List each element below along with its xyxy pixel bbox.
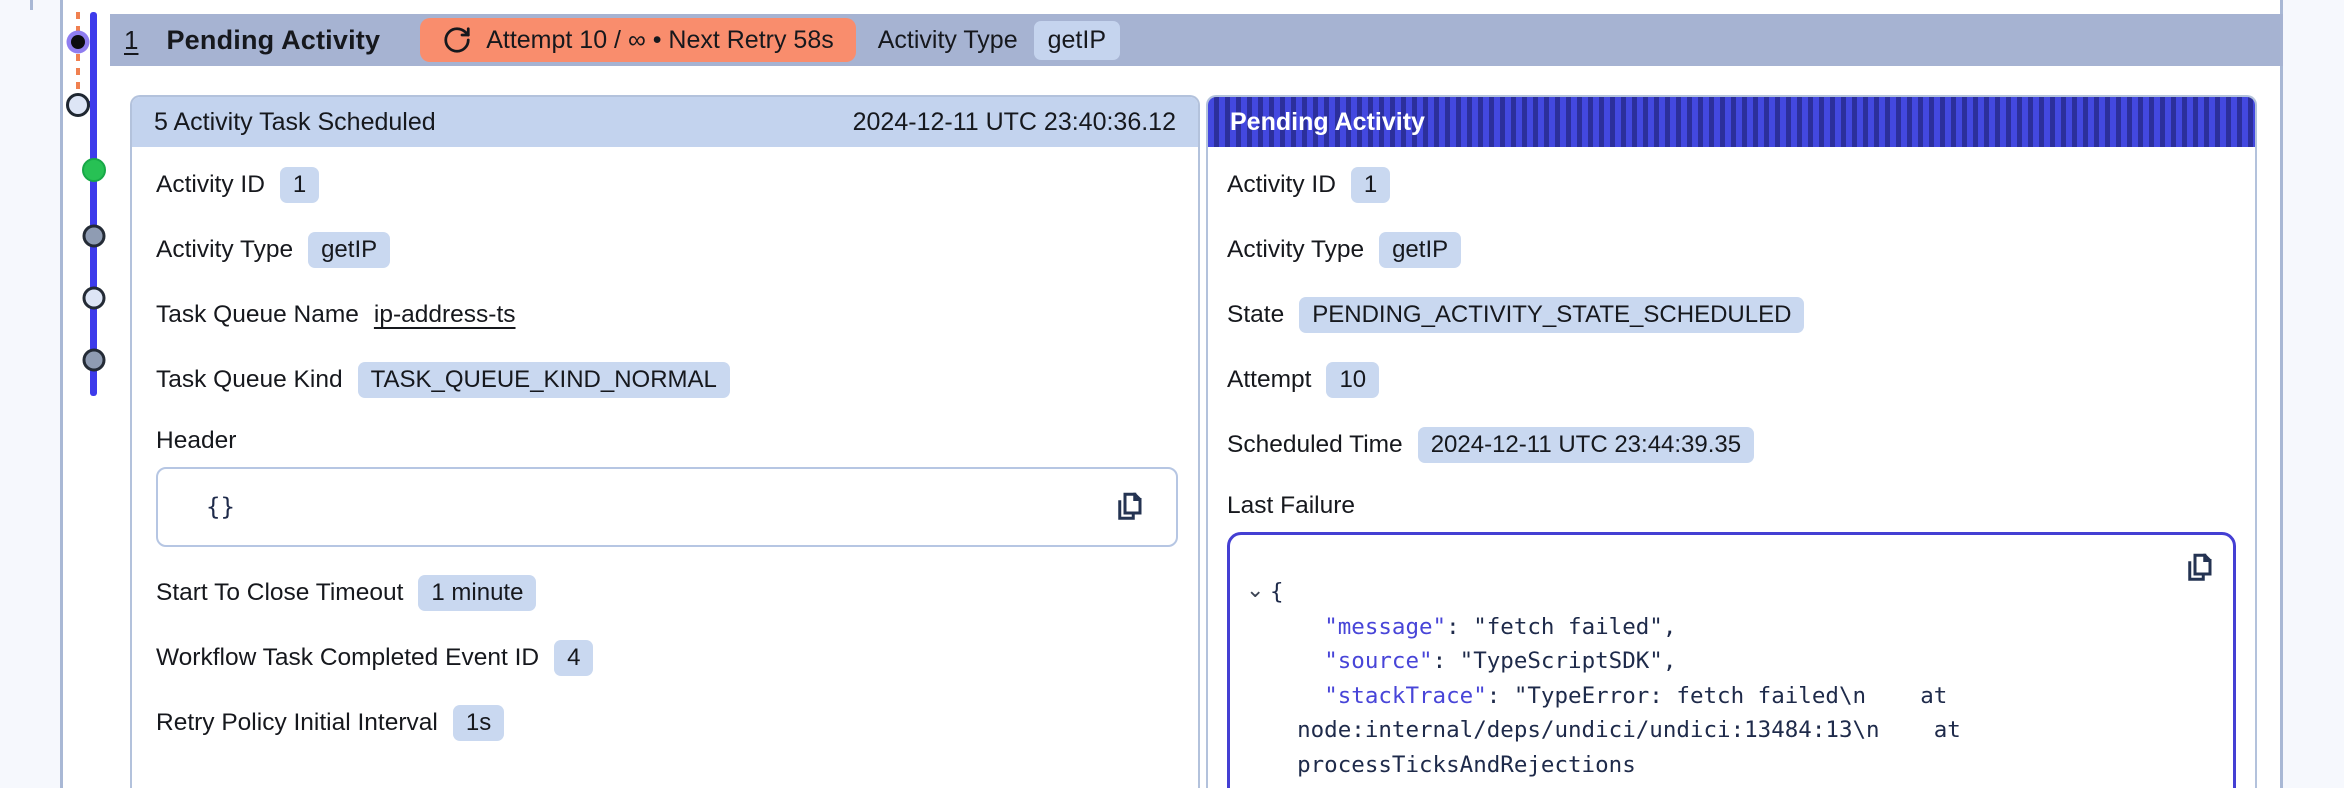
header-code-value: {} xyxy=(206,493,235,521)
event-row-header[interactable]: 1 Pending Activity Attempt 10 / ∞ • Next… xyxy=(110,14,2283,66)
timeline-dot-selected[interactable] xyxy=(71,35,85,49)
field-label: State xyxy=(1227,301,1285,328)
attempt-retry-badge: Attempt 10 / ∞ • Next Retry 58s xyxy=(420,18,856,62)
left-panel-header: 5 Activity Task Scheduled 2024-12-11 UTC… xyxy=(132,97,1198,147)
field-label: Task Queue Name xyxy=(156,301,359,328)
field-value-badge: 4 xyxy=(554,640,594,676)
field-value-badge: 2024-12-11 UTC 23:44:39.35 xyxy=(1417,427,1755,463)
field-state: State PENDING_ACTIVITY_STATE_SCHEDULED xyxy=(1227,297,2235,333)
field-label: Activity ID xyxy=(156,171,265,198)
right-panel-header: Pending Activity xyxy=(1208,97,2255,147)
timeline-dot-gray[interactable] xyxy=(82,224,106,248)
collapse-chevron-icon[interactable]: ⌄ xyxy=(1246,579,1264,601)
field-label: Activity Type xyxy=(1227,236,1365,263)
field-start-to-close-timeout: Start To Close Timeout 1 minute xyxy=(156,575,1174,611)
copy-icon[interactable] xyxy=(2180,550,2216,586)
attempt-badge-text: Attempt 10 / ∞ • Next Retry 58s xyxy=(486,25,834,54)
field-label: Workflow Task Completed Event ID xyxy=(156,644,540,671)
field-label: Retry Policy Initial Interval xyxy=(156,709,438,736)
field-value-badge: getIP xyxy=(1379,232,1462,268)
field-label: Activity ID xyxy=(1227,171,1336,198)
field-value-badge: 1s xyxy=(452,705,505,741)
field-value-badge: 10 xyxy=(1326,362,1380,398)
last-failure-json: { "message": "fetch failed", "source": "… xyxy=(1270,579,2123,788)
event-title: Pending Activity xyxy=(166,24,381,55)
timeline-dot-light[interactable] xyxy=(82,286,106,310)
field-task-queue-name: Task Queue Name ip-address-ts xyxy=(156,297,1174,333)
task-queue-link[interactable]: ip-address-ts xyxy=(374,301,516,329)
timeline-dot-gray[interactable] xyxy=(82,348,106,372)
field-value-badge: 1 xyxy=(1350,167,1391,203)
copy-icon[interactable] xyxy=(1110,489,1146,525)
pending-activity-panel: Pending Activity Activity ID 1 Activity … xyxy=(1206,95,2257,788)
right-panel-title: Pending Activity xyxy=(1230,107,1425,136)
field-label: Start To Close Timeout xyxy=(156,579,404,606)
retry-icon xyxy=(442,25,472,55)
field-value-badge: 1 xyxy=(279,167,320,203)
activity-type-label: Activity Type xyxy=(877,25,1018,54)
last-failure-code-block: ⌄ { "message": "fetch failed", "source":… xyxy=(1227,532,2236,788)
timeline-history-line xyxy=(90,12,97,396)
field-value-badge: PENDING_ACTIVITY_STATE_SCHEDULED xyxy=(1299,297,1805,333)
field-label: Scheduled Time xyxy=(1227,431,1403,458)
header-code-box: {} xyxy=(156,467,1178,547)
field-retry-policy-initial-interval: Retry Policy Initial Interval 1s xyxy=(156,705,1174,741)
field-activity-type: Activity Type getIP xyxy=(156,232,1174,268)
timeline-dot-open[interactable] xyxy=(66,93,90,117)
field-label: Attempt xyxy=(1227,366,1312,393)
field-scheduled-time: Scheduled Time 2024-12-11 UTC 23:44:39.3… xyxy=(1227,427,2235,463)
field-activity-type: Activity Type getIP xyxy=(1227,232,2235,268)
previous-row-border-tick xyxy=(30,0,33,10)
left-panel-title: 5 Activity Task Scheduled xyxy=(154,107,436,136)
field-value-badge: getIP xyxy=(308,232,391,268)
activity-task-scheduled-panel: 5 Activity Task Scheduled 2024-12-11 UTC… xyxy=(130,95,1200,788)
field-value-badge: 1 minute xyxy=(418,575,537,611)
field-activity-id: Activity ID 1 xyxy=(156,167,1174,203)
field-label: Activity Type xyxy=(156,236,294,263)
field-label: Task Queue Kind xyxy=(156,366,343,393)
header-section-label: Header xyxy=(156,427,237,454)
field-value-badge: TASK_QUEUE_KIND_NORMAL xyxy=(357,362,730,398)
event-id-link[interactable]: 1 xyxy=(124,25,138,56)
timeline-dot-green[interactable] xyxy=(82,158,106,182)
activity-type-badge: getIP xyxy=(1033,20,1120,60)
left-panel-timestamp: 2024-12-11 UTC 23:40:36.12 xyxy=(852,107,1176,136)
last-failure-label: Last Failure xyxy=(1227,492,1356,519)
field-workflow-task-completed-event-id: Workflow Task Completed Event ID 4 xyxy=(156,640,1174,676)
field-task-queue-kind: Task Queue Kind TASK_QUEUE_KIND_NORMAL xyxy=(156,362,1174,398)
field-activity-id: Activity ID 1 xyxy=(1227,167,2235,203)
field-attempt: Attempt 10 xyxy=(1227,362,2235,398)
